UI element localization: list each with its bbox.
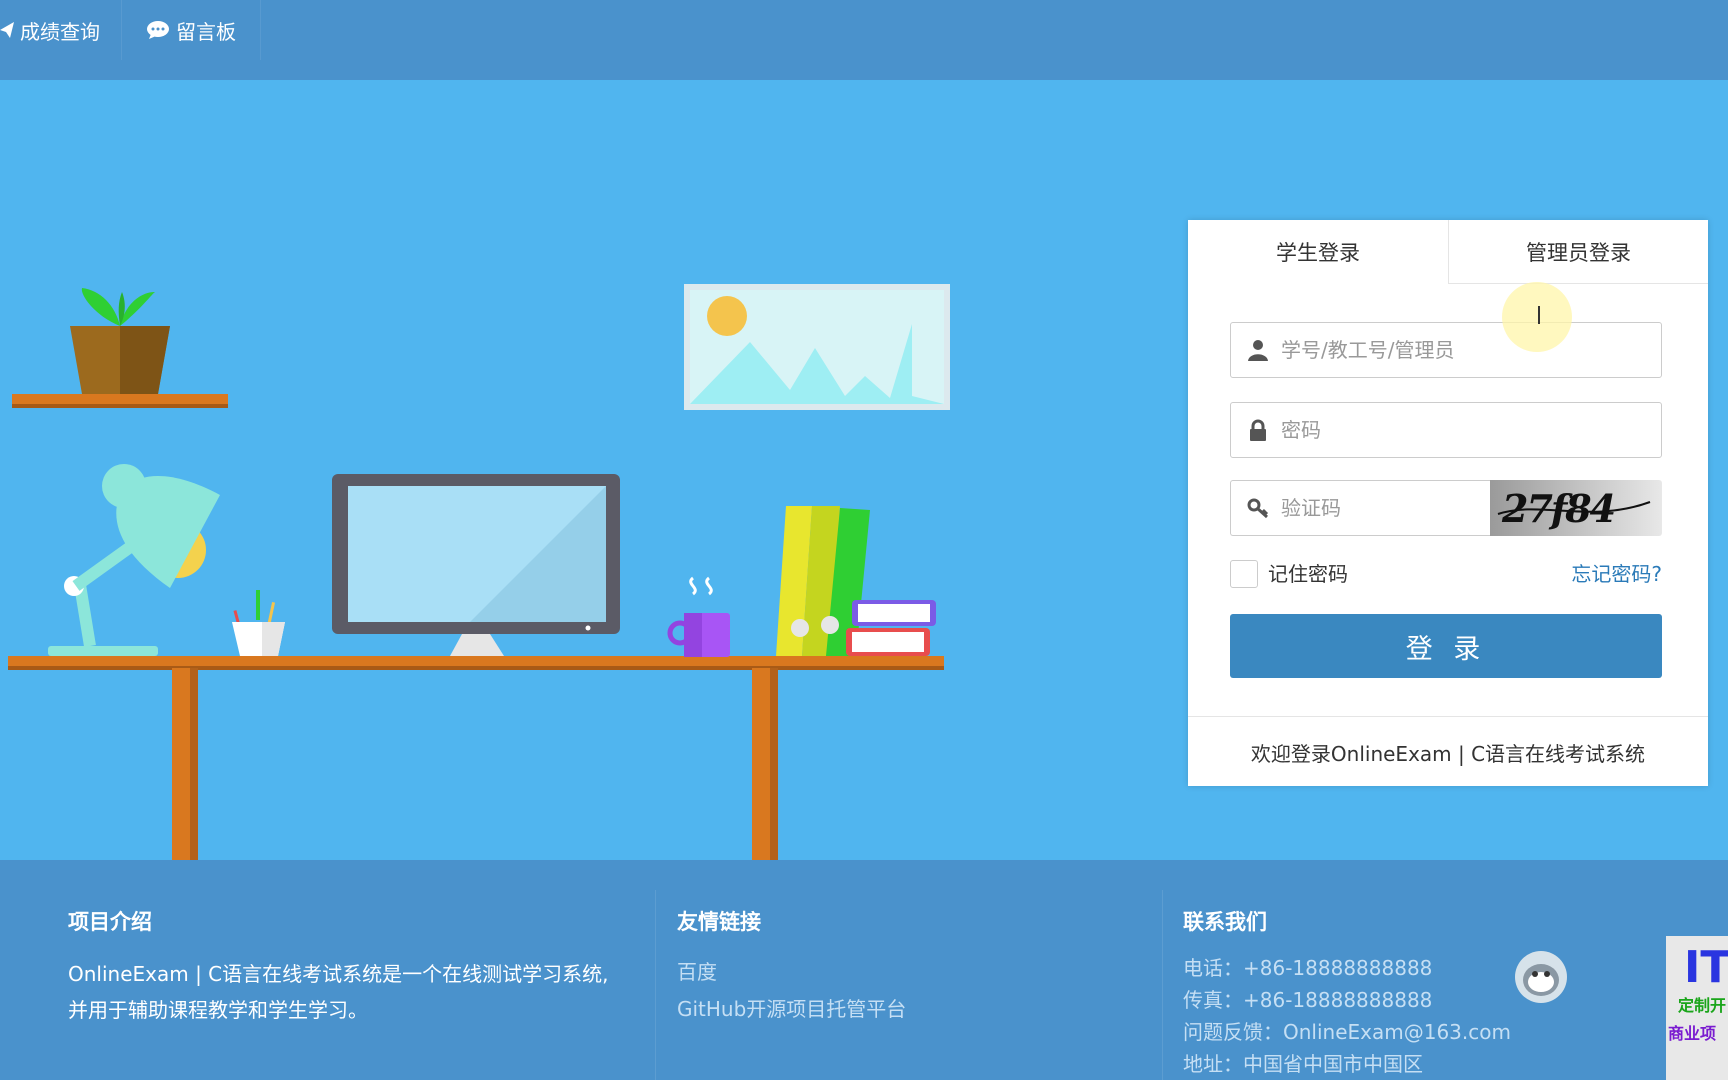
footer-intro-title: 项目介绍 <box>68 910 152 934</box>
ad-line-1: 定制开 <box>1678 996 1727 1015</box>
login-card: 学生登录 管理员登录 学号/教工号/管理员 密码 验证码 27f84 记住密码 … <box>1188 220 1708 786</box>
captcha-noise <box>1497 501 1651 515</box>
footer-intro: 项目介绍 OnlineExam | C语言在线考试系统是一个在线测试学习系统, … <box>68 860 628 1080</box>
lock-icon <box>1250 419 1266 441</box>
footer-links: 友情链接 百度 GitHub开源项目托管平台 <box>677 860 1097 1080</box>
footer-contact-title: 联系我们 <box>1183 910 1267 934</box>
cursor-highlight <box>1502 282 1572 352</box>
remember-password-checkbox[interactable] <box>1230 560 1258 588</box>
password-placeholder: 密码 <box>1281 418 1321 442</box>
comment-icon <box>147 21 169 39</box>
nav-label-score-query: 成绩查询 <box>20 19 100 44</box>
username-field[interactable]: 学号/教工号/管理员 <box>1230 322 1662 378</box>
ad-big-text: IT <box>1684 942 1728 993</box>
username-placeholder: 学号/教工号/管理员 <box>1281 338 1455 362</box>
key-icon <box>1247 498 1269 519</box>
footer-intro-line-2: 并用于辅助课程教学和学生学习。 <box>68 998 368 1022</box>
ad-line-2: 商业项 <box>1668 1024 1717 1043</box>
captcha-field[interactable]: 验证码 <box>1230 480 1490 536</box>
footer-link-baidu[interactable]: 百度 <box>677 956 1097 989</box>
nav-item-score-query[interactable]: 成绩查询 <box>0 0 120 60</box>
footer-contact-feedback: 问题反馈：OnlineExam@163.com <box>1183 1020 1511 1044</box>
footer-intro-line-1: OnlineExam | C语言在线考试系统是一个在线测试学习系统, <box>68 962 609 986</box>
ad-badge[interactable]: IT 定制开 商业项 <box>1666 936 1728 1080</box>
footer-link-github[interactable]: GitHub开源项目托管平台 <box>677 993 1097 1026</box>
tab-admin-login[interactable]: 管理员登录 <box>1448 220 1708 284</box>
office-desk-illustration <box>8 284 950 860</box>
chat-avatar-icon[interactable] <box>1514 950 1568 1004</box>
footer-links-title: 友情链接 <box>677 910 761 934</box>
paper-plane-icon <box>0 22 14 38</box>
tab-student-login[interactable]: 学生登录 <box>1188 220 1448 284</box>
text-cursor-icon <box>1538 306 1540 324</box>
password-field[interactable]: 密码 <box>1230 402 1662 458</box>
captcha-image[interactable]: 27f84 <box>1490 480 1662 536</box>
remember-password-label: 记住密码 <box>1268 562 1348 586</box>
captcha-placeholder: 验证码 <box>1281 496 1341 520</box>
site-footer: 项目介绍 OnlineExam | C语言在线考试系统是一个在线测试学习系统, … <box>0 860 1728 1080</box>
forgot-password-link[interactable]: 忘记密码? <box>1571 560 1662 588</box>
login-button[interactable]: 登 录 <box>1230 614 1662 678</box>
nav-item-message-board[interactable]: 留言板 <box>146 0 256 60</box>
login-card-footer: 欢迎登录OnlineExam | C语言在线考试系统 <box>1188 716 1708 787</box>
footer-contact-address: 地址：中国省中国市中国区 <box>1183 1052 1423 1076</box>
user-icon <box>1248 340 1268 361</box>
top-navbar: 成绩查询 留言板 <box>0 0 1728 80</box>
welcome-text: 欢迎登录OnlineExam | C语言在线考试系统 <box>1250 741 1646 766</box>
nav-label-message-board: 留言板 <box>176 19 236 44</box>
